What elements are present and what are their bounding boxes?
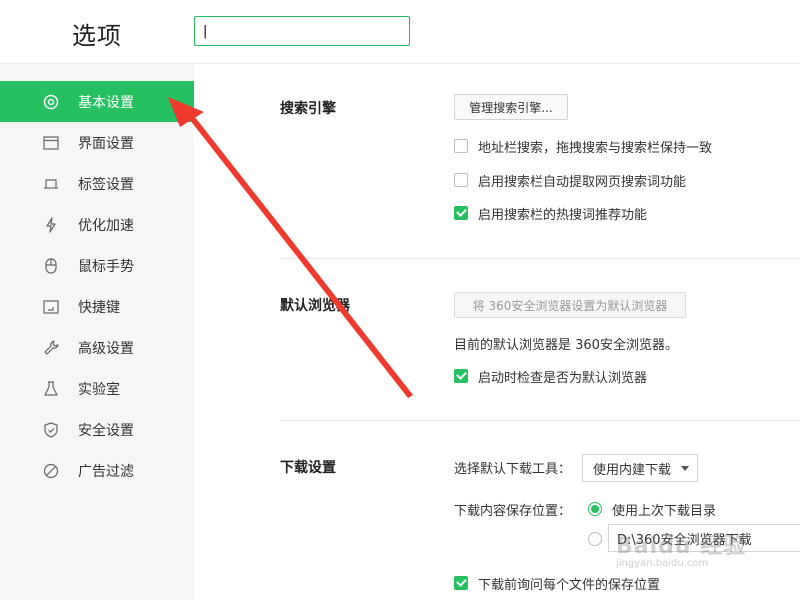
sidebar-item-label: 高级设置 (78, 341, 134, 357)
download-location-label: 下载内容保存位置： (454, 504, 572, 519)
checkbox[interactable] (454, 173, 468, 187)
default-browser-status: 目前的默认浏览器是 360安全浏览器。 (454, 338, 678, 353)
sidebar-item-label: 鼠标手势 (78, 259, 134, 275)
shield-icon (42, 421, 60, 439)
radio[interactable] (588, 532, 602, 546)
settings-panel: 搜索引擎 管理搜索引擎... 地址栏搜索，拖拽搜索与搜索栏保持一致 启用搜索栏自… (194, 64, 800, 600)
option-auto-extract[interactable]: 启用搜索栏自动提取网页搜索词功能 (454, 171, 687, 190)
checkbox[interactable] (454, 139, 468, 153)
sidebar-item-label: 广告过滤 (78, 464, 134, 480)
radio-last-directory[interactable]: 使用上次下载目录 (588, 500, 717, 519)
radio-checked[interactable] (588, 502, 602, 516)
sidebar-item-shortcuts[interactable]: 快捷键 (0, 286, 194, 327)
section-title-download: 下载设置 (280, 460, 336, 476)
set-default-browser-button[interactable]: 将 360安全浏览器设置为默认浏览器 (454, 292, 686, 318)
checkbox-checked[interactable] (454, 206, 468, 220)
manage-search-engines-button[interactable]: 管理搜索引擎... (454, 94, 568, 120)
sidebar: 基本设置 界面设置 标签设置 优化加速 鼠标手势 快捷键 高级设置 实验室 安全… (0, 64, 194, 600)
sidebar-item-adblock[interactable]: 广告过滤 (0, 450, 194, 491)
header-bar: 选项 (0, 0, 800, 64)
sidebar-item-tabs[interactable]: 标签设置 (0, 163, 194, 204)
divider (280, 420, 800, 421)
keyboard-icon (42, 298, 60, 316)
sidebar-item-mouse[interactable]: 鼠标手势 (0, 245, 194, 286)
watermark: Baidu 经验 jingyan.baidu.com (616, 528, 746, 569)
divider (280, 258, 800, 259)
option-hot-search[interactable]: 启用搜索栏的热搜词推荐功能 (454, 204, 648, 223)
page-title: 选项 (72, 22, 122, 50)
sidebar-item-label: 实验室 (78, 382, 120, 398)
option-label: 启用搜索栏的热搜词推荐功能 (478, 207, 648, 223)
sidebar-item-basic[interactable]: 基本设置 (0, 81, 194, 122)
window-icon (42, 134, 60, 152)
gear-icon (42, 93, 60, 111)
ban-icon (42, 462, 60, 480)
lightning-icon (42, 216, 60, 234)
checkbox-checked[interactable] (454, 369, 468, 383)
chevron-down-icon (681, 466, 689, 471)
sidebar-item-label: 界面设置 (78, 136, 134, 152)
section-title-default-browser: 默认浏览器 (280, 298, 350, 314)
option-label: 启动时检查是否为默认浏览器 (478, 370, 648, 386)
download-tool-label: 选择默认下载工具： (454, 462, 572, 477)
sidebar-item-label: 安全设置 (78, 423, 134, 439)
option-label: 地址栏搜索，拖拽搜索与搜索栏保持一致 (478, 140, 713, 156)
sidebar-item-label: 优化加速 (78, 218, 134, 234)
sidebar-item-security[interactable]: 安全设置 (0, 409, 194, 450)
search-input[interactable] (194, 16, 410, 46)
option-ask-save-location[interactable]: 下载前询问每个文件的保存位置 (454, 574, 661, 593)
option-addressbar-search[interactable]: 地址栏搜索，拖拽搜索与搜索栏保持一致 (454, 137, 713, 156)
section-title-search-engine: 搜索引擎 (280, 101, 336, 117)
sidebar-item-label: 标签设置 (78, 177, 134, 193)
sidebar-item-interface[interactable]: 界面设置 (0, 122, 194, 163)
option-label: 使用上次下载目录 (612, 503, 717, 519)
wrench-icon (42, 339, 60, 357)
sidebar-item-optimize[interactable]: 优化加速 (0, 204, 194, 245)
checkbox-checked[interactable] (454, 576, 468, 590)
tab-icon (42, 175, 60, 193)
sidebar-item-advanced[interactable]: 高级设置 (0, 327, 194, 368)
mouse-icon (42, 257, 60, 275)
watermark-sub: jingyan.baidu.com (616, 558, 709, 569)
sidebar-item-label: 快捷键 (78, 300, 120, 316)
sidebar-item-lab[interactable]: 实验室 (0, 368, 194, 409)
sidebar-item-label: 基本设置 (78, 95, 134, 111)
flask-icon (42, 380, 60, 398)
option-label: 下载前询问每个文件的保存位置 (478, 577, 661, 593)
option-check-default[interactable]: 启动时检查是否为默认浏览器 (454, 367, 648, 386)
download-tool-selected: 使用内建下载 (593, 462, 672, 478)
download-tool-select[interactable]: 使用内建下载 (582, 454, 698, 482)
watermark-text: Baidu 经验 (616, 534, 747, 559)
option-label: 启用搜索栏自动提取网页搜索词功能 (478, 174, 687, 190)
